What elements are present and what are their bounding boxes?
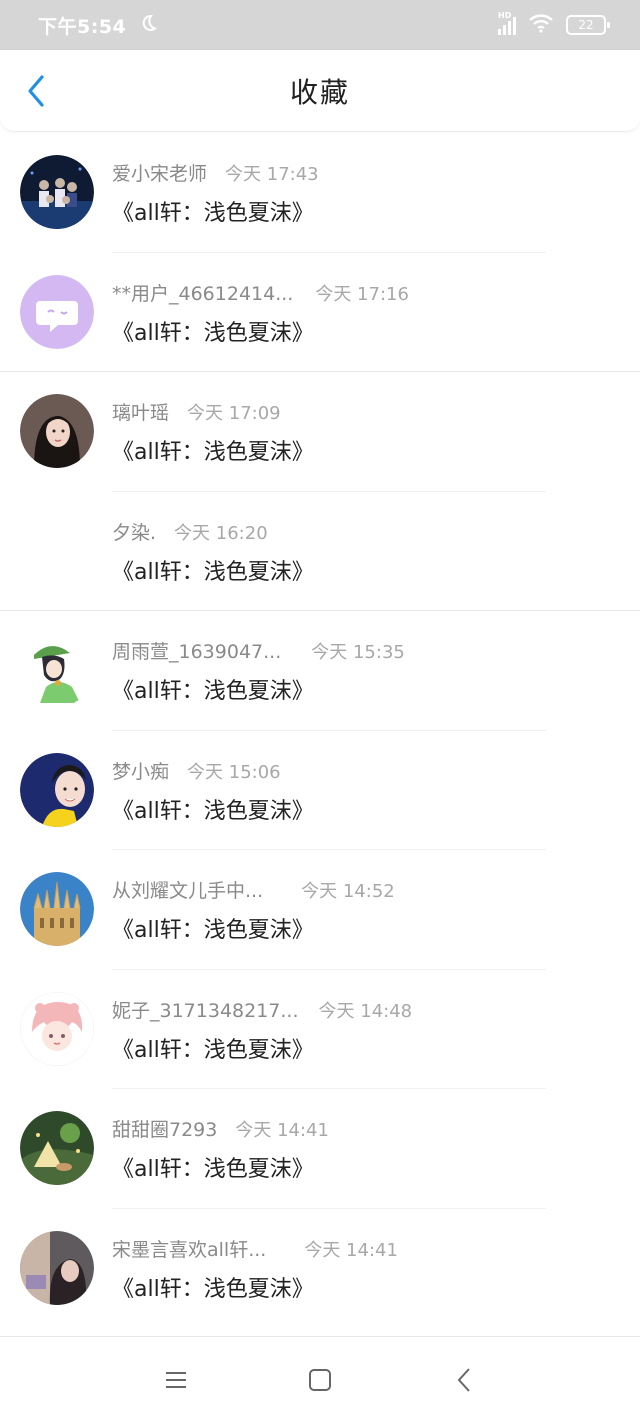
list-item[interactable]: 爱小宋老师 今天 17:43 《all轩：浅色夏沫》 xyxy=(0,133,640,253)
timestamp: 今天 17:09 xyxy=(187,403,281,424)
battery-level: 22 xyxy=(578,18,594,32)
avatar[interactable] xyxy=(20,155,94,229)
username[interactable]: 爱小宋老师 xyxy=(112,159,207,186)
item-title[interactable]: 《all轩：浅色夏沫》 xyxy=(112,195,620,227)
timestamp: 今天 17:16 xyxy=(315,283,409,305)
timestamp: 今天 17:43 xyxy=(225,164,319,185)
list-item[interactable]: 妮子_3171348217... 今天 14:48 《all轩：浅色夏沫》 xyxy=(0,970,640,1089)
item-title[interactable]: 《all轩：浅色夏沫》 xyxy=(112,554,620,586)
wifi-icon xyxy=(528,13,554,38)
username[interactable]: 梦小痴 xyxy=(112,757,169,784)
item-title[interactable]: 《all轩：浅色夏沫》 xyxy=(112,912,620,944)
item-info: 周雨萱_1639047... 今天 15:35 《all轩：浅色夏沫》 xyxy=(112,637,620,705)
list-item[interactable]: 梦小痴 今天 15:06 《all轩：浅色夏沫》 xyxy=(0,731,640,850)
page-title: 收藏 xyxy=(289,76,350,109)
avatar[interactable] xyxy=(20,991,94,1066)
item-title[interactable]: 《all轩：浅色夏沫》 xyxy=(112,1151,620,1183)
timestamp: 今天 15:35 xyxy=(311,642,405,663)
list-item[interactable]: **用户_46612414... 今天 17:16 《all轩：浅色夏沫》 xyxy=(0,253,640,372)
item-meta: **用户_46612414... 今天 17:16 xyxy=(112,279,620,309)
system-nav-bar xyxy=(0,1336,640,1422)
network-label: HD xyxy=(498,11,512,20)
timestamp: 今天 14:48 xyxy=(318,1000,413,1022)
item-meta: 璃叶瑶 今天 17:09 xyxy=(112,398,620,428)
list-item[interactable]: 璃叶瑶 今天 17:09 《all轩：浅色夏沫》 xyxy=(0,372,640,492)
avatar[interactable] xyxy=(20,274,94,349)
item-meta: 宋墨言喜欢all轩... 今天 14:41 xyxy=(112,1235,620,1265)
item-meta: 周雨萱_1639047... 今天 15:35 xyxy=(112,637,620,667)
menu-button[interactable] xyxy=(158,1362,194,1398)
menu-icon xyxy=(166,1371,186,1388)
avatar[interactable] xyxy=(20,633,94,707)
item-meta: 从刘耀文儿手中... 今天 14:52 xyxy=(112,876,620,906)
status-right: HD 22 xyxy=(498,11,610,38)
item-info: 梦小痴 今天 15:06 《all轩：浅色夏沫》 xyxy=(112,757,620,825)
timestamp: 今天 14:52 xyxy=(301,881,395,902)
item-info: 从刘耀文儿手中... 今天 14:52 《all轩：浅色夏沫》 xyxy=(112,876,620,944)
item-title[interactable]: 《all轩：浅色夏沫》 xyxy=(112,434,620,466)
username[interactable]: 璃叶瑶 xyxy=(112,398,169,425)
avatar[interactable] xyxy=(20,1230,94,1305)
item-title[interactable]: 《all轩：浅色夏沫》 xyxy=(112,315,620,347)
item-info: 甜甜圈7293 今天 14:41 《all轩：浅色夏沫》 xyxy=(112,1115,620,1183)
back-nav-button[interactable] xyxy=(446,1362,482,1398)
avatar[interactable] xyxy=(20,394,94,468)
list-item[interactable]: 宋墨言喜欢all轩... 今天 14:41 《all轩：浅色夏沫》 xyxy=(0,1209,640,1329)
item-meta: 梦小痴 今天 15:06 xyxy=(112,757,620,787)
moon-icon xyxy=(138,13,158,38)
item-meta: 爱小宋老师 今天 17:43 xyxy=(112,159,620,189)
avatar[interactable] xyxy=(20,1111,94,1185)
username[interactable]: 妮子_3171348217... xyxy=(112,996,299,1023)
item-info: **用户_46612414... 今天 17:16 《all轩：浅色夏沫》 xyxy=(112,279,620,347)
status-time: 下午5:54 xyxy=(38,15,127,38)
avatar[interactable] xyxy=(20,752,94,827)
timestamp: 今天 14:41 xyxy=(235,1120,329,1141)
username[interactable]: **用户_46612414... xyxy=(112,279,293,306)
status-bar: 下午5:54 HD 22 xyxy=(0,0,640,50)
item-info: 宋墨言喜欢all轩... 今天 14:41 《all轩：浅色夏沫》 xyxy=(112,1235,620,1303)
battery-icon: 22 xyxy=(566,15,610,35)
item-info: 夕染. 今天 16:20 《all轩：浅色夏沫》 xyxy=(112,518,620,586)
username[interactable]: 周雨萱_1639047... xyxy=(112,637,281,664)
item-meta: 甜甜圈7293 今天 14:41 xyxy=(112,1115,620,1145)
status-left: 下午5:54 xyxy=(38,12,158,39)
username[interactable]: 甜甜圈7293 xyxy=(112,1115,217,1142)
avatar[interactable] xyxy=(20,872,94,946)
item-title[interactable]: 《all轩：浅色夏沫》 xyxy=(112,793,620,825)
list-item[interactable]: 甜甜圈7293 今天 14:41 《all轩：浅色夏沫》 xyxy=(0,1089,640,1209)
favorites-list: 爱小宋老师 今天 17:43 《all轩：浅色夏沫》 **用户_46612414… xyxy=(0,133,640,1328)
timestamp: 今天 15:06 xyxy=(187,761,281,783)
item-title[interactable]: 《all轩：浅色夏沫》 xyxy=(112,673,620,705)
timestamp: 今天 16:20 xyxy=(174,522,268,544)
username[interactable]: 夕染. xyxy=(112,518,156,545)
home-square-icon xyxy=(309,1368,331,1391)
list-item[interactable]: 夕染. 今天 16:20 《all轩：浅色夏沫》 xyxy=(0,492,640,611)
item-title[interactable]: 《all轩：浅色夏沫》 xyxy=(112,1032,620,1064)
list-item[interactable]: 周雨萱_1639047... 今天 15:35 《all轩：浅色夏沫》 xyxy=(0,611,640,731)
back-triangle-icon xyxy=(457,1367,470,1392)
timestamp: 今天 14:41 xyxy=(304,1239,398,1261)
home-button[interactable] xyxy=(302,1362,338,1398)
item-title[interactable]: 《all轩：浅色夏沫》 xyxy=(112,1271,620,1303)
item-info: 妮子_3171348217... 今天 14:48 《all轩：浅色夏沫》 xyxy=(112,996,620,1064)
item-info: 爱小宋老师 今天 17:43 《all轩：浅色夏沫》 xyxy=(112,159,620,227)
header-bar: 收藏 xyxy=(0,50,640,132)
item-info: 璃叶瑶 今天 17:09 《all轩：浅色夏沫》 xyxy=(112,398,620,466)
username[interactable]: 宋墨言喜欢all轩... xyxy=(112,1235,266,1262)
item-meta: 夕染. 今天 16:20 xyxy=(112,518,620,548)
item-meta: 妮子_3171348217... 今天 14:48 xyxy=(112,996,620,1026)
username[interactable]: 从刘耀文儿手中... xyxy=(112,876,263,903)
list-item[interactable]: 从刘耀文儿手中... 今天 14:52 《all轩：浅色夏沫》 xyxy=(0,850,640,970)
signal-icon: HD xyxy=(498,11,516,35)
